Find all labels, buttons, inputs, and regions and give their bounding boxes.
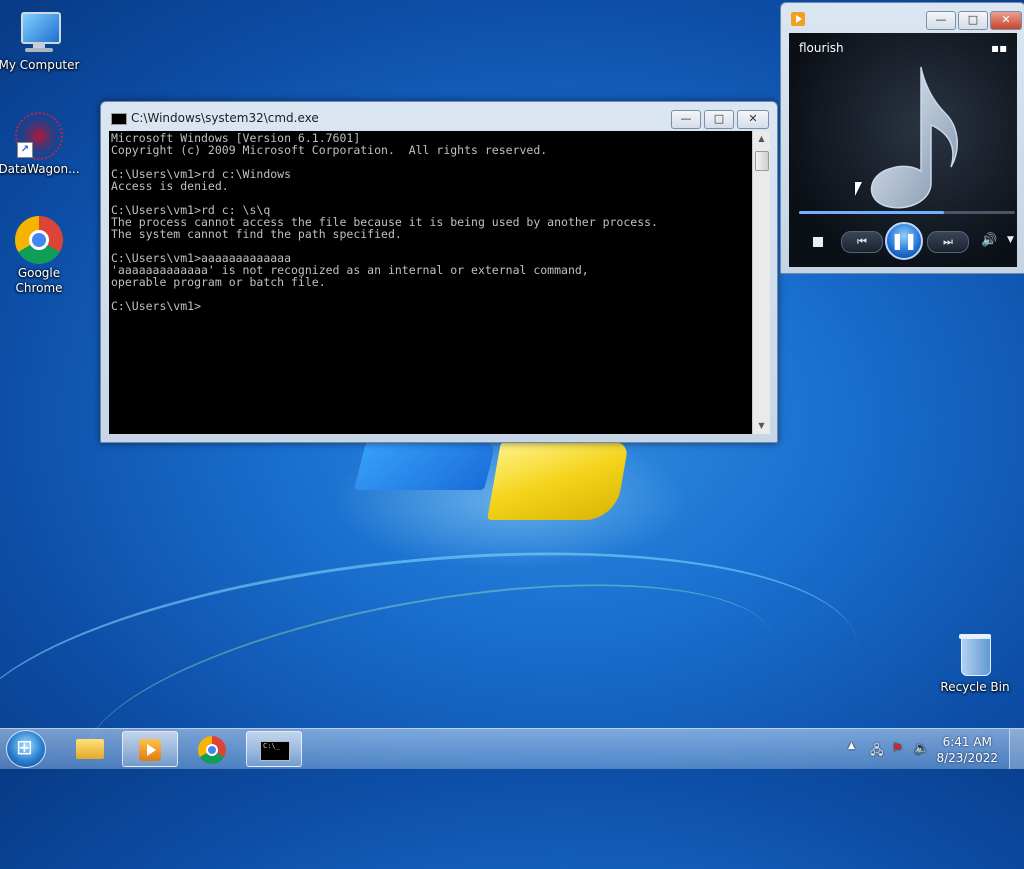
volume-icon[interactable]: 🔊 [981, 233, 997, 248]
close-button[interactable]: ✕ [737, 110, 769, 129]
network-icon[interactable]: 🖧 [870, 741, 883, 762]
cmd-app-icon [111, 113, 127, 125]
minimize-button[interactable]: — [671, 110, 701, 129]
datawagon-icon: ↗ [15, 112, 63, 160]
clock[interactable]: 6:41 AM 8/23/2022 [936, 734, 998, 766]
folder-icon [76, 739, 104, 759]
now-playing-pane[interactable]: flourish ▪▪ ⏮ ❚❚ ⏭ 🔊 ▼ [789, 33, 1017, 267]
desktop-icon-label: Google Chrome [15, 266, 63, 295]
desktop-icon-recycle-bin[interactable]: Recycle Bin [933, 630, 1017, 695]
clock-date: 8/23/2022 [936, 751, 998, 765]
cmd-titlebar[interactable]: C:\Windows\system32\cmd.exe — □ ✕ [101, 102, 777, 132]
taskbar-google-chrome[interactable] [184, 731, 240, 767]
music-note-icon [870, 66, 958, 209]
desktop-icon-label: My Computer [0, 58, 80, 72]
console-output[interactable]: Microsoft Windows [Version 6.1.7601] Cop… [109, 131, 752, 434]
stop-button[interactable] [813, 237, 823, 247]
cmd-window-title: C:\Windows\system32\cmd.exe [131, 111, 319, 125]
desktop-icon-my-computer[interactable]: My Computer [0, 8, 81, 73]
close-button[interactable]: ✕ [990, 11, 1022, 30]
chrome-icon [15, 216, 63, 264]
maximize-button[interactable]: □ [704, 110, 734, 129]
chrome-icon [198, 736, 226, 764]
minimize-button[interactable]: — [926, 11, 956, 30]
switch-to-library-icon[interactable]: ▪▪ [991, 41, 1007, 55]
speaker-icon[interactable]: 🔈 [914, 741, 929, 755]
media-player-icon [139, 739, 161, 761]
system-tray: ▲ 🖧 ⚑ 🔈 6:41 AM 8/23/2022 [834, 729, 1024, 769]
cmd-icon: C:\_ [260, 741, 290, 761]
desktop-icon-label: Recycle Bin [940, 680, 1010, 694]
scroll-up-arrow-icon[interactable]: ▲ [753, 131, 770, 147]
track-title: flourish [799, 41, 844, 55]
taskbar: C:\_ ▲ 🖧 ⚑ 🔈 6:41 AM 8/23/2022 [0, 728, 1024, 769]
desktop-icon-datawagon[interactable]: ↗ DataWagon... [0, 112, 81, 177]
console-text: Microsoft Windows [Version 6.1.7601] Cop… [111, 131, 658, 313]
show-desktop-button[interactable] [1009, 729, 1024, 769]
seek-bar[interactable] [799, 211, 1015, 214]
clock-time: 6:41 AM [942, 735, 992, 749]
desktop-icon-google-chrome[interactable]: Google Chrome [0, 216, 81, 296]
windows-logo-yellow [487, 442, 629, 520]
next-button[interactable]: ⏭ [927, 231, 969, 253]
pause-button[interactable]: ❚❚ [885, 222, 923, 260]
taskbar-command-prompt[interactable]: C:\_ [246, 731, 302, 767]
scrollbar-thumb[interactable] [755, 151, 769, 171]
mouse-cursor-icon [855, 182, 862, 196]
recycle-bin-icon [951, 630, 999, 678]
previous-button[interactable]: ⏮ [841, 231, 883, 253]
scroll-down-arrow-icon[interactable]: ▼ [753, 418, 770, 434]
maximize-button[interactable]: □ [958, 11, 988, 30]
taskbar-windows-explorer[interactable] [62, 731, 118, 767]
action-center-flag-icon[interactable]: ⚑ [892, 741, 903, 755]
desktop-icon-label: DataWagon... [0, 162, 80, 176]
console-scrollbar[interactable]: ▲ ▼ [752, 131, 770, 434]
cmd-window[interactable]: C:\Windows\system32\cmd.exe — □ ✕ Micros… [100, 101, 778, 443]
show-hidden-icons-button[interactable]: ▲ [848, 741, 855, 751]
start-button[interactable] [6, 730, 46, 768]
volume-menu-arrow-icon[interactable]: ▼ [1007, 235, 1014, 245]
windows-logo-blue [354, 442, 496, 490]
seek-bar-fill [799, 211, 944, 214]
media-player-app-icon [791, 12, 805, 26]
taskbar-media-player[interactable] [122, 731, 178, 767]
computer-icon [15, 8, 63, 56]
shortcut-arrow-icon: ↗ [17, 142, 33, 158]
media-player-window[interactable]: — □ ✕ flourish ▪▪ ⏮ ❚❚ ⏭ 🔊 ▼ [780, 2, 1024, 274]
